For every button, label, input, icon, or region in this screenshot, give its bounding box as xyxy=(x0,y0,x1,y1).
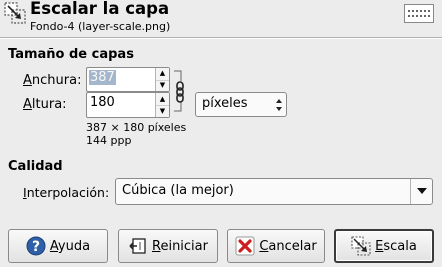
height-decrement-button[interactable]: ▼ xyxy=(156,105,169,117)
quality-section-title: Calidad xyxy=(8,159,63,174)
reset-button[interactable]: Reiniciar xyxy=(118,229,218,263)
svg-text:?: ? xyxy=(32,239,40,255)
width-decrement-button[interactable]: ▼ xyxy=(156,80,169,92)
help-button[interactable]: ? Ayuda xyxy=(8,229,108,263)
chain-link-icon[interactable] xyxy=(172,69,186,113)
scale-layer-icon xyxy=(4,2,26,24)
cancel-button[interactable]: Cancelar xyxy=(227,229,325,263)
unit-select-value: píxeles xyxy=(202,96,248,111)
unit-select[interactable]: píxeles xyxy=(195,92,287,117)
cancel-button-label: Cancelar xyxy=(259,238,317,254)
width-spinbox[interactable]: 387 ▲ ▼ xyxy=(86,67,170,92)
interpolation-select[interactable]: Cúbica (la mejor) xyxy=(115,178,433,205)
scale-icon xyxy=(351,236,371,256)
updown-arrows-icon xyxy=(272,93,286,116)
width-value[interactable]: 387 xyxy=(89,70,116,85)
dialog-title: Escalar la capa xyxy=(30,0,170,18)
scale-button-label: Escala xyxy=(375,238,417,254)
height-spinbox[interactable]: 180 ▲ ▼ xyxy=(86,92,170,118)
resolution-text: 144 ppp xyxy=(86,134,132,147)
cancel-icon xyxy=(235,236,255,256)
reset-icon xyxy=(128,236,148,256)
header-separator xyxy=(0,37,442,39)
help-icon: ? xyxy=(26,236,46,256)
dimensions-text: 387 × 180 píxeles xyxy=(86,121,187,134)
height-label: Altura: xyxy=(23,97,67,112)
reset-button-label: Reiniciar xyxy=(152,238,208,254)
help-button-label: Ayuda xyxy=(49,238,91,254)
interpolation-label: Interpolación: xyxy=(23,185,110,200)
height-value[interactable]: 180 xyxy=(90,95,115,110)
layer-size-section-title: Tamaño de capas xyxy=(8,47,134,62)
dialog-subtitle: Fondo-4 (layer-scale.png) xyxy=(30,20,171,33)
interpolation-select-value: Cúbica (la mejor) xyxy=(122,183,234,198)
layer-thumbnail xyxy=(404,4,434,23)
chevron-down-icon xyxy=(410,179,432,204)
scale-button[interactable]: Escala xyxy=(334,229,434,263)
width-label: Anchura: xyxy=(23,73,82,88)
